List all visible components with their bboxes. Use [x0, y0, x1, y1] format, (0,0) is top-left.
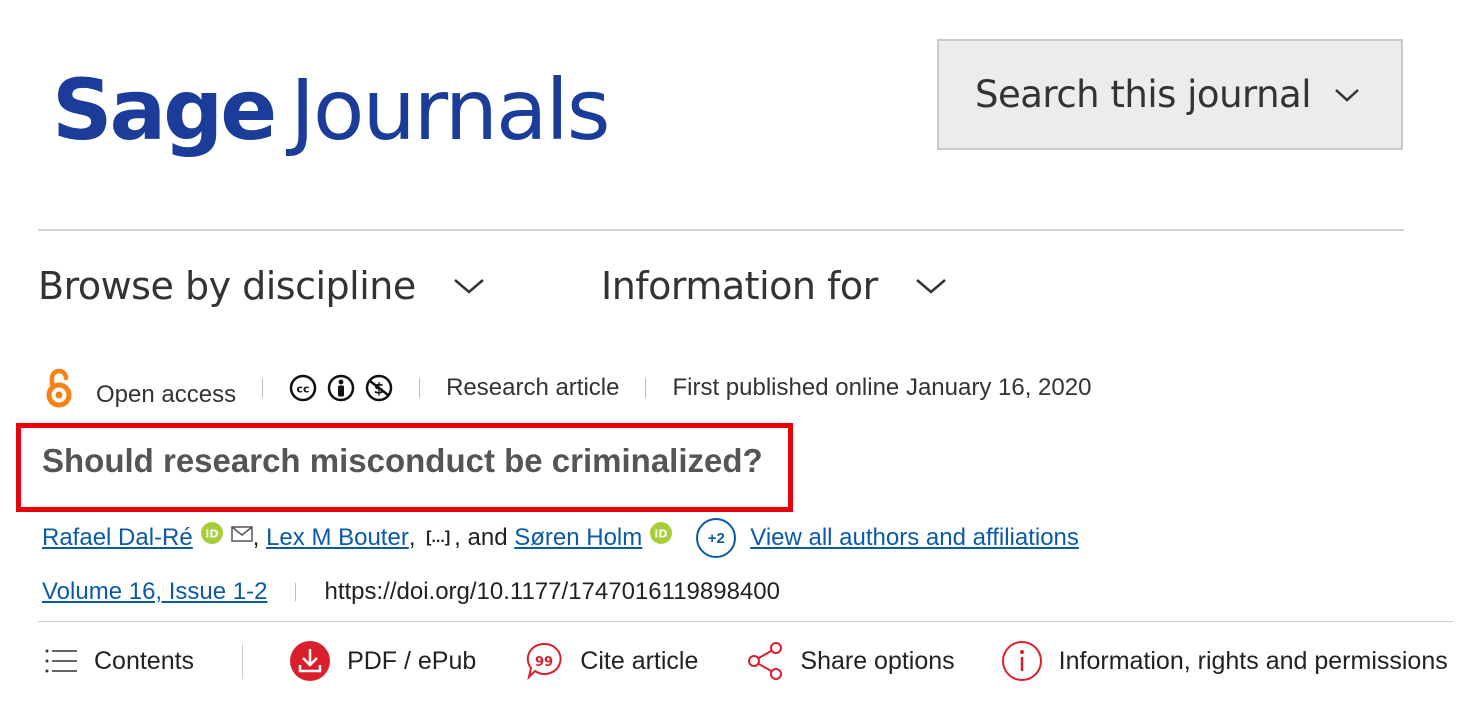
svg-text:iD: iD — [205, 528, 218, 541]
list-icon — [45, 649, 77, 673]
header-divider — [38, 229, 1404, 231]
volume-doi-row: Volume 16, Issue 1-2 https://doi.org/10.… — [42, 574, 780, 610]
more-authors-count-button[interactable]: +2 — [696, 518, 737, 558]
search-journal-label: Search this journal — [975, 73, 1311, 116]
doi-text[interactable]: https://doi.org/10.1177/1747016119898400 — [324, 578, 780, 606]
chevron-down-icon — [1335, 88, 1359, 102]
article-meta: Open access cc $ Research article First … — [44, 366, 1091, 410]
sage-journals-logo[interactable]: Sage Journals — [52, 60, 611, 160]
author-link[interactable]: Lex M Bouter — [266, 524, 409, 552]
browse-label: Browse by discipline — [38, 264, 416, 308]
author-link[interactable]: Søren Holm — [514, 524, 642, 552]
contents-button[interactable]: Contents — [44, 646, 194, 676]
toolbar-separator — [242, 643, 244, 679]
chevron-down-icon — [453, 279, 484, 294]
published-date: First published online January 16, 2020 — [672, 374, 1092, 401]
pdf-epub-button[interactable]: PDF / ePub — [289, 640, 476, 682]
mail-icon[interactable] — [230, 526, 253, 542]
article-toolbar: Contents PDF / ePub 99 Cite article Shar… — [44, 636, 1448, 686]
and-text: , and — [454, 524, 508, 551]
meta-separator — [645, 378, 647, 398]
cite-label: Cite article — [580, 646, 699, 675]
information-label: Information, rights and permissions — [1058, 646, 1448, 675]
view-all-authors-link[interactable]: View all authors and affiliations — [750, 524, 1079, 552]
information-for-menu[interactable]: Information for — [601, 258, 948, 314]
toolbar-divider — [38, 621, 1454, 622]
more-authors-ellipsis[interactable]: [...] — [426, 529, 450, 547]
svg-text:cc: cc — [297, 383, 310, 396]
svg-text:99: 99 — [535, 655, 553, 670]
pdf-label: PDF / ePub — [347, 646, 477, 675]
cite-article-button[interactable]: 99 Cite article — [524, 641, 698, 681]
orcid-icon[interactable]: iD — [650, 522, 673, 544]
logo-sage: Sage — [52, 61, 277, 159]
browse-by-discipline-menu[interactable]: Browse by discipline — [38, 258, 486, 314]
download-icon — [290, 641, 331, 681]
by-icon — [327, 374, 355, 402]
quote-icon: 99 — [527, 642, 562, 681]
meta-separator — [419, 378, 421, 398]
svg-text:iD: iD — [655, 528, 668, 541]
logo-journals: Journals — [290, 61, 610, 159]
nc-icon: $ — [365, 374, 393, 402]
article-title: Should research misconduct be criminaliz… — [42, 442, 763, 479]
meta-separator — [262, 378, 264, 398]
open-access-label: Open access — [96, 381, 237, 408]
chevron-down-icon — [915, 279, 946, 294]
share-label: Share options — [800, 646, 955, 675]
meta-separator — [295, 583, 297, 601]
orcid-icon[interactable]: iD — [200, 522, 223, 544]
license-icons[interactable]: cc $ — [289, 374, 393, 402]
cc-icon: cc — [289, 374, 317, 402]
search-journal-dropdown[interactable]: Search this journal — [937, 39, 1403, 150]
open-access-icon — [46, 368, 72, 408]
share-options-button[interactable]: Share options — [746, 641, 955, 681]
author-link[interactable]: Rafael Dal-Ré — [42, 524, 193, 552]
information-for-label: Information for — [601, 264, 878, 308]
info-icon — [1001, 641, 1042, 681]
author-list: Rafael Dal-Ré iD , Lex M Bouter , [...] … — [42, 518, 1079, 558]
information-rights-button[interactable]: Information, rights and permissions — [1001, 640, 1448, 682]
contents-label: Contents — [94, 646, 195, 675]
article-type: Research article — [446, 374, 620, 401]
share-icon — [748, 642, 783, 680]
volume-issue-link[interactable]: Volume 16, Issue 1-2 — [42, 578, 267, 606]
